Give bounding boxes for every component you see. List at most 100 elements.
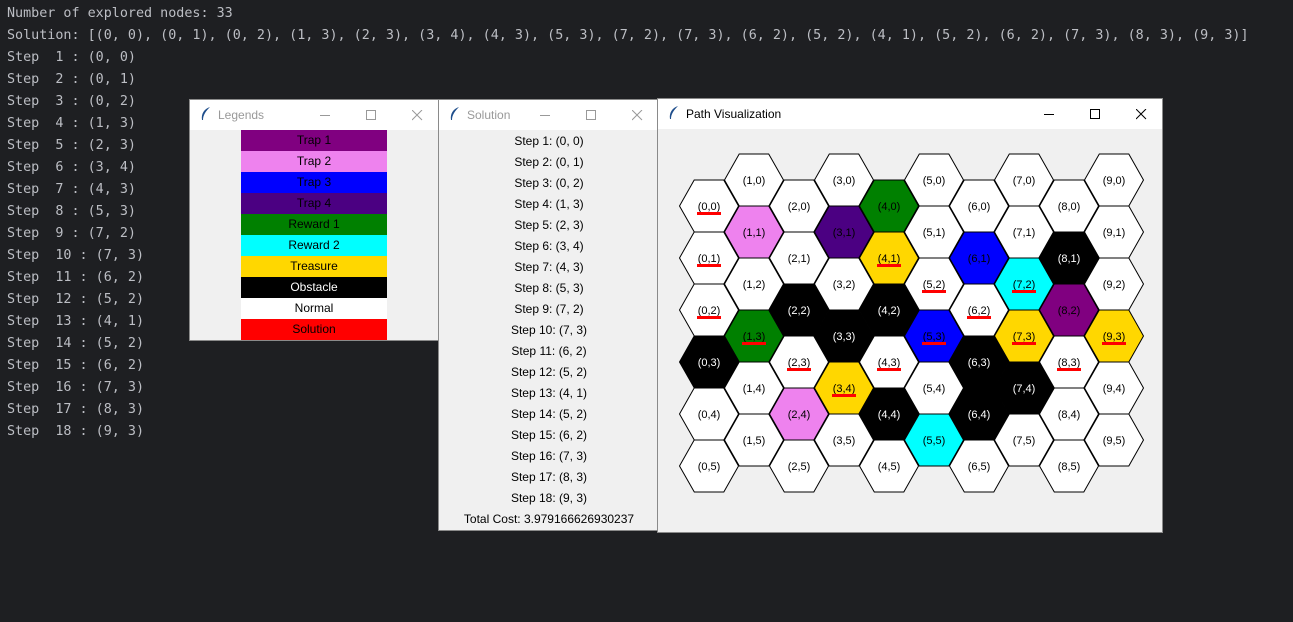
solution-marker (1057, 368, 1081, 371)
minimize-button[interactable] (302, 100, 348, 130)
solution-step: Step 4: (1, 3) (514, 197, 584, 211)
solution-step: Step 16: (7, 3) (510, 449, 588, 463)
hex-label: (1,1) (743, 227, 766, 239)
legend-item: Trap 2 (241, 151, 387, 172)
close-button[interactable] (394, 100, 439, 130)
legend-item: Treasure (241, 256, 387, 277)
hex-label: (2,0) (788, 201, 811, 213)
console-line: Number of explored nodes: 33 (7, 6, 233, 21)
hex-label: (3,3) (833, 331, 856, 343)
hex-label: (9,0) (1103, 175, 1126, 187)
hex-label: (4,2) (878, 305, 901, 317)
hex-label: (1,2) (743, 279, 766, 291)
hex-label: (3,4) (833, 383, 856, 395)
hex-label: (8,4) (1058, 409, 1081, 421)
window-title: Legends (218, 108, 265, 122)
legend-item: Solution (241, 319, 387, 340)
hex-label: (1,3) (743, 331, 766, 343)
hex-label: (9,2) (1103, 279, 1126, 291)
close-button[interactable] (614, 100, 659, 130)
solution-step: Step 13: (4, 1) (510, 386, 588, 400)
legend-item: Trap 4 (241, 193, 387, 214)
total-cost: Total Cost: 3.979166626930237 (463, 512, 635, 526)
minimize-button[interactable] (1026, 99, 1072, 129)
solution-marker (1012, 290, 1036, 293)
legends-window: Legends Trap 1 Trap 2 Trap 3 Trap 4 Reward 1… (189, 99, 440, 341)
solution-step: Step 11: (6, 2) (511, 344, 587, 358)
console-line: Step 1 : (0, 0) (7, 50, 136, 65)
hex-label: (2,2) (788, 305, 811, 317)
solution-marker (697, 212, 721, 215)
solution-step: Step 9: (7, 2) (514, 302, 584, 316)
close-icon (632, 110, 643, 121)
solution-marker (742, 342, 766, 345)
hex-label: (3,5) (833, 435, 856, 447)
hex-label: (6,3) (968, 357, 991, 369)
hex-label: (7,2) (1013, 279, 1036, 291)
hex-label: (8,2) (1058, 305, 1081, 317)
close-button[interactable] (1118, 99, 1162, 129)
hex-label: (7,4) (1013, 383, 1036, 395)
maximize-button[interactable] (348, 100, 394, 130)
solution-step: Step 12: (5, 2) (510, 365, 588, 379)
minimize-button[interactable] (522, 100, 568, 130)
hex-label: (9,5) (1103, 435, 1126, 447)
maximize-icon (1090, 109, 1100, 119)
hex-label: (4,1) (878, 253, 901, 265)
solution-step: Step 14: (5, 2) (510, 407, 588, 421)
solution-step: Step 17: (8, 3) (510, 470, 588, 484)
hex-label: (8,0) (1058, 201, 1081, 213)
solution-marker (922, 342, 946, 345)
hex-label: (4,0) (878, 201, 901, 213)
hex-label: (2,5) (788, 461, 811, 473)
hex-label: (6,2) (968, 305, 991, 317)
hex-label: (5,0) (923, 175, 946, 187)
solution-titlebar[interactable]: Solution (439, 100, 659, 130)
hex-label: (3,1) (833, 227, 856, 239)
maximize-button[interactable] (568, 100, 614, 130)
solution-step: Step 1: (0, 0) (514, 134, 584, 148)
maximize-button[interactable] (1072, 99, 1118, 129)
hex-label: (0,2) (698, 305, 721, 317)
maximize-icon (586, 110, 596, 120)
solution-step: Step 6: (3, 4) (514, 239, 584, 253)
hex-label: (5,4) (923, 383, 946, 395)
hex-label: (2,3) (788, 357, 811, 369)
legend-item: Obstacle (241, 277, 387, 298)
legend-item: Trap 1 (241, 130, 387, 151)
solution-marker (967, 316, 991, 319)
solution-window: Solution Step 1: (0, 0) Step 2: (0, 1) Ste… (438, 99, 660, 531)
hex-label: (0,0) (698, 201, 721, 213)
hex-label: (1,5) (743, 435, 766, 447)
solution-step: Step 8: (5, 3) (514, 281, 584, 295)
maximize-icon (366, 110, 376, 120)
hex-label: (5,2) (923, 279, 946, 291)
hex-label: (7,5) (1013, 435, 1036, 447)
solution-step: Step 3: (0, 2) (514, 176, 584, 190)
solution-marker (877, 368, 901, 371)
solution-step: Step 7: (4, 3) (514, 260, 584, 274)
solution-step: Step 10: (7, 3) (510, 323, 588, 337)
minimize-icon (540, 115, 550, 116)
window-title: Solution (467, 108, 511, 122)
hex-label: (2,1) (788, 253, 811, 265)
hex-label: (6,0) (968, 201, 991, 213)
path-visualization-window: Path Visualization (0,0) (0,1) (0,2) (0,3)(… (657, 98, 1163, 533)
hex-label: (9,4) (1103, 383, 1126, 395)
path-titlebar[interactable]: Path Visualization (658, 99, 1162, 129)
solution-marker (787, 368, 811, 371)
legends-titlebar[interactable]: Legends (190, 100, 439, 130)
hex-label: (3,2) (833, 279, 856, 291)
hex-label: (9,3) (1103, 331, 1126, 343)
solution-marker (922, 290, 946, 293)
hex-label: (0,5) (698, 461, 721, 473)
hex-label: (8,5) (1058, 461, 1081, 473)
solution-marker (1012, 342, 1036, 345)
solution-marker (877, 264, 901, 267)
solution-marker (697, 264, 721, 267)
hex-label: (4,5) (878, 461, 901, 473)
legend-item: Normal (241, 298, 387, 319)
hex-label: (4,4) (878, 409, 901, 421)
hex-label: (0,3) (698, 357, 721, 369)
hex-label: (5,3) (923, 331, 946, 343)
